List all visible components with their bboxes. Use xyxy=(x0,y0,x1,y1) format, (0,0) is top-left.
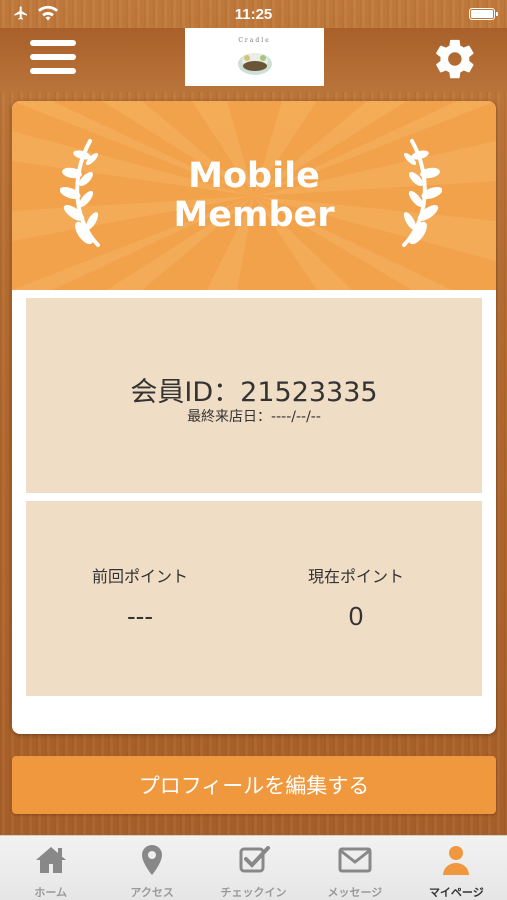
hamburger-icon xyxy=(30,40,76,46)
mail-icon xyxy=(338,847,372,873)
member-card: Mobile Member 会員ID：21523335 最終来店日：----/-… xyxy=(12,101,496,734)
previous-points: 前回ポイント --- xyxy=(26,563,254,632)
tab-checkin-label: チェックイン xyxy=(220,886,287,899)
member-id-panel: 会員ID：21523335 最終来店日：----/--/-- xyxy=(26,298,482,493)
gear-icon xyxy=(436,39,474,79)
tab-home-label: ホーム xyxy=(34,886,68,899)
tab-messages-label: メッセージ xyxy=(327,886,383,899)
tab-access[interactable]: アクセス xyxy=(101,836,202,900)
tab-bar: ホーム アクセス チェックイン メッセージ マイページ xyxy=(0,835,507,900)
current-points-value: 0 xyxy=(348,601,364,631)
status-time: 11:25 xyxy=(234,6,273,23)
current-points-label: 現在ポイント xyxy=(307,567,404,586)
tab-messages[interactable]: メッセージ xyxy=(304,836,405,900)
home-icon xyxy=(35,847,66,873)
tab-mypage-label: マイページ xyxy=(428,886,484,899)
current-points: 現在ポイント 0 xyxy=(242,563,470,632)
laurel-right-icon xyxy=(402,139,442,247)
user-icon xyxy=(443,846,470,875)
last-visit-date: 最終来店日：----/--/-- xyxy=(187,409,321,425)
shop-logo[interactable]: Cradle xyxy=(185,28,324,86)
settings-button[interactable] xyxy=(432,36,478,82)
checkin-icon xyxy=(239,846,270,873)
map-pin-icon xyxy=(142,845,163,875)
logo-image xyxy=(237,52,272,75)
previous-points-value: --- xyxy=(127,601,153,631)
tab-access-label: アクセス xyxy=(130,886,174,899)
logo-text: Cradle xyxy=(238,36,271,44)
points-panel: 前回ポイント --- 現在ポイント 0 xyxy=(26,501,482,696)
tab-home[interactable]: ホーム xyxy=(0,836,101,900)
menu-button[interactable] xyxy=(30,40,76,78)
member-id: 会員ID：21523335 xyxy=(130,377,378,408)
previous-points-label: 前回ポイント xyxy=(91,567,188,586)
edit-profile-button[interactable]: プロフィールを編集する xyxy=(12,756,496,814)
tab-mypage[interactable]: マイページ xyxy=(406,836,507,900)
app-header: Cradle xyxy=(0,28,507,92)
status-bar: 11:25 xyxy=(0,0,507,28)
tab-checkin[interactable]: チェックイン xyxy=(203,836,304,900)
battery-icon xyxy=(469,8,498,20)
member-banner: Mobile Member xyxy=(12,101,496,290)
